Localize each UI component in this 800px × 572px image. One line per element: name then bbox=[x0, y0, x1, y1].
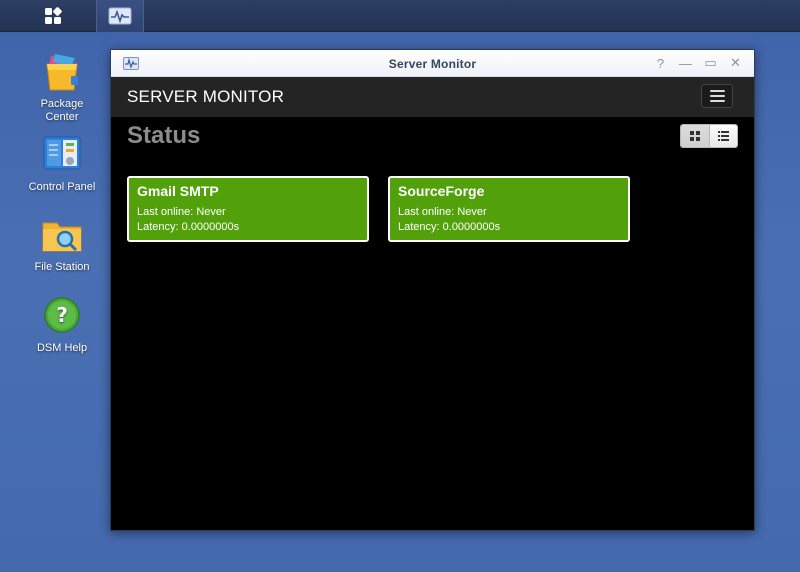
page-title: Status bbox=[127, 122, 201, 149]
app-navbar: SERVER MONITOR bbox=[111, 77, 754, 117]
app-brand[interactable]: SERVER MONITOR bbox=[127, 87, 284, 107]
server-last-online: Last online: Never bbox=[398, 206, 487, 218]
hamburger-icon-bar bbox=[709, 95, 725, 97]
grid-icon bbox=[690, 131, 700, 141]
main-menu-icon bbox=[45, 7, 62, 24]
server-last-online: Last online: Never bbox=[137, 206, 226, 218]
hamburger-icon bbox=[709, 90, 725, 92]
server-name: SourceForge bbox=[398, 183, 485, 199]
maximize-button[interactable]: ▭ bbox=[698, 54, 723, 72]
help-button[interactable]: ? bbox=[648, 54, 673, 72]
desktop-icon-label: DSM Help bbox=[36, 342, 88, 354]
close-button[interactable]: ✕ bbox=[723, 54, 748, 72]
desktop-icon-control-panel[interactable]: Control Panel bbox=[20, 135, 104, 194]
package-center-icon bbox=[41, 52, 83, 94]
grid-view-button[interactable] bbox=[681, 125, 709, 147]
list-view-button[interactable] bbox=[709, 125, 737, 147]
taskbar bbox=[0, 0, 800, 32]
svg-text:?: ? bbox=[56, 303, 68, 327]
desktop-icon-label: Control Panel bbox=[28, 181, 96, 193]
status-content: Status Gmail SMTP Last online: Never Lat… bbox=[111, 117, 754, 530]
taskbar-server-monitor[interactable] bbox=[96, 0, 144, 32]
desktop-icon-dsm-help[interactable]: ? DSM Help bbox=[20, 296, 104, 355]
desktop-icon-label: File Station bbox=[34, 261, 90, 273]
window-titlebar[interactable]: Server Monitor ? — ▭ ✕ bbox=[111, 50, 754, 77]
server-latency: Latency: 0.0000000s bbox=[398, 221, 501, 233]
desktop-icon-label: Package Center bbox=[40, 98, 84, 123]
hamburger-icon-bar bbox=[709, 100, 725, 102]
server-card-sourceforge[interactable]: SourceForge Last online: Never Latency: … bbox=[388, 176, 630, 242]
desktop-icon-package-center[interactable]: Package Center bbox=[20, 52, 104, 124]
server-monitor-icon bbox=[108, 7, 132, 25]
server-card-gmail-smtp[interactable]: Gmail SMTP Last online: Never Latency: 0… bbox=[127, 176, 369, 242]
dsm-help-icon: ? bbox=[41, 296, 83, 338]
server-latency: Latency: 0.0000000s bbox=[137, 221, 240, 233]
minimize-button[interactable]: — bbox=[673, 54, 698, 72]
window-controls: ? — ▭ ✕ bbox=[648, 54, 748, 72]
file-station-icon bbox=[41, 215, 83, 257]
view-toggle bbox=[680, 124, 738, 148]
main-menu-button[interactable] bbox=[0, 0, 106, 32]
server-monitor-window: Server Monitor ? — ▭ ✕ SERVER MONITOR St… bbox=[110, 49, 755, 531]
list-icon bbox=[718, 131, 729, 141]
server-name: Gmail SMTP bbox=[137, 183, 219, 199]
desktop-icon-file-station[interactable]: File Station bbox=[20, 215, 104, 274]
control-panel-icon bbox=[41, 135, 83, 177]
hamburger-menu-button[interactable] bbox=[701, 84, 733, 108]
